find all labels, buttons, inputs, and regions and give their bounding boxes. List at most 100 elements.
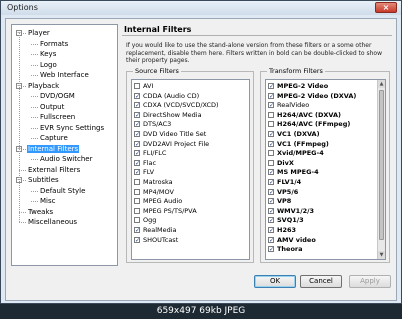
checkbox-checked-icon[interactable]: ✓ [134, 131, 140, 138]
apply-button[interactable]: Apply [349, 275, 391, 288]
tree-item[interactable]: Web Interface [39, 70, 90, 80]
tree-item[interactable]: Capture [39, 133, 69, 143]
ok-button[interactable]: OK [254, 275, 296, 288]
checkbox-checked-icon[interactable]: ✓ [268, 92, 274, 99]
tree-connector [31, 127, 38, 129]
checkbox-checked-icon[interactable]: ✓ [268, 227, 274, 234]
checkbox-unchecked-icon[interactable] [134, 198, 140, 205]
checkbox-checked-icon[interactable]: ✓ [268, 188, 274, 195]
checkbox-unchecked-icon[interactable] [268, 111, 274, 118]
filter-item-label: RealMedia [143, 226, 177, 234]
close-icon[interactable]: × [375, 2, 397, 13]
checkbox-unchecked-icon[interactable] [268, 150, 274, 157]
page-description: If you would like to use the stand-alone… [126, 42, 382, 64]
checkbox-unchecked-icon[interactable] [134, 83, 140, 89]
tree-item[interactable]: Player [27, 28, 51, 38]
checkbox-unchecked-icon[interactable] [268, 121, 274, 128]
filter-item-label: AVI [143, 82, 154, 90]
tree-connector [31, 117, 38, 118]
checkbox-checked-icon[interactable]: ✓ [268, 217, 274, 224]
options-window: Options × Player − Formats Keys Logo Web Inte… [0, 0, 402, 304]
tree-item[interactable]: DVD/OGM [39, 91, 76, 101]
checkbox-unchecked-icon[interactable] [134, 207, 140, 214]
filter-item-label: DTS/AC3 [143, 120, 172, 129]
checkbox-unchecked-icon[interactable] [134, 188, 140, 195]
title-bar[interactable]: Options × [1, 1, 401, 15]
checkbox-checked-icon[interactable]: ✓ [134, 102, 140, 109]
filter-item-label: FLV [143, 168, 155, 177]
transform-list-scrollbar[interactable]: ▲ ▼ [377, 80, 385, 259]
tree-item[interactable]: Audio Switcher [39, 154, 93, 164]
tree-item[interactable]: Tweaks [27, 207, 54, 217]
tree-item[interactable]: Internal Filters [27, 144, 80, 154]
checkbox-checked-icon[interactable]: ✓ [134, 111, 140, 118]
filter-item-label: WMV1/2/3 [277, 206, 314, 215]
page-title: Internal Filters [122, 24, 392, 36]
filter-item-label: DirectShow Media [143, 110, 202, 119]
tree-item[interactable]: External Filters [27, 165, 81, 175]
tree-connector [31, 159, 38, 160]
settings-page: Internal Filters If you would like to us… [122, 24, 392, 266]
checkbox-checked-icon[interactable]: ✓ [268, 198, 274, 205]
checkbox-checked-icon[interactable]: ✓ [268, 131, 274, 138]
tree-item[interactable]: Misc [39, 196, 56, 206]
tree-item[interactable]: Output [39, 102, 65, 112]
tree-connector [31, 64, 38, 66]
tree-item[interactable]: Subtitles [27, 175, 60, 185]
tree-item[interactable]: Playback [27, 81, 60, 91]
filter-item-label: SVQ1/3 [277, 216, 304, 225]
checkbox-checked-icon[interactable]: ✓ [268, 246, 274, 253]
filter-item-label: CDDA (Audio CD) [143, 91, 200, 100]
checkbox-checked-icon[interactable]: ✓ [268, 102, 274, 109]
transform-filters-label: Transform Filters [267, 67, 325, 75]
filter-item-label: AMV video [277, 235, 316, 244]
filter-item-label: VP5/6 [277, 187, 299, 196]
checkbox-checked-icon[interactable]: ✓ [134, 121, 140, 128]
tree-item[interactable]: Default Style [39, 186, 86, 196]
tree-item[interactable]: EVR Sync Settings [39, 123, 105, 133]
tree-item[interactable]: Keys [39, 49, 57, 59]
transform-filters-list[interactable]: ▲ ▼ ✓ MPEG-2 Video ✓ MPEG-2 Video (DXVA) ✓ Re… [265, 79, 386, 260]
checkbox-checked-icon[interactable]: ✓ [134, 227, 140, 234]
filter-item-label: MPEG PS/TS/PVA [143, 206, 197, 215]
filter-item-label: MPEG-2 Video (DXVA) [277, 91, 357, 100]
cancel-button[interactable]: Cancel [300, 275, 342, 288]
filter-item-label: DVD Video Title Set [143, 130, 207, 138]
tree-item[interactable]: Miscellaneous [27, 217, 78, 227]
tree-item[interactable]: Formats [39, 39, 69, 49]
checkbox-checked-icon[interactable]: ✓ [268, 169, 274, 176]
scroll-up-icon[interactable]: ▲ [378, 80, 385, 88]
tree-connector [31, 201, 38, 202]
scroll-thumb[interactable] [379, 90, 384, 240]
checkbox-unchecked-icon[interactable] [134, 217, 140, 224]
checkbox-checked-icon[interactable]: ✓ [134, 236, 140, 243]
checkbox-checked-icon[interactable]: ✓ [134, 150, 140, 157]
checkbox-checked-icon[interactable]: ✓ [268, 140, 274, 147]
options-tree[interactable]: Player − Formats Keys Logo Web Interface Playb… [11, 24, 118, 266]
checkbox-unchecked-icon[interactable] [134, 179, 140, 185]
tree-item-label: Miscellaneous [28, 218, 78, 226]
filter-item-label: MS MPEG-4 [277, 168, 319, 177]
checkbox-checked-icon[interactable]: ✓ [268, 236, 274, 243]
checkbox-checked-icon[interactable]: ✓ [268, 207, 274, 214]
filter-item-label: Flac [143, 158, 157, 167]
filter-item-label: H264/AVC (FFmpeg) [277, 120, 351, 129]
checkbox-unchecked-icon[interactable] [268, 159, 274, 166]
checkbox-checked-icon[interactable]: ✓ [268, 179, 274, 186]
checkbox-checked-icon[interactable]: ✓ [134, 159, 140, 166]
tree-item-label: Keys [40, 50, 57, 58]
checkbox-checked-icon[interactable]: ✓ [134, 140, 140, 147]
source-filters-list[interactable]: AVI ✓ CDDA (Audio CD) ✓ CDXA (VCD/SVCD/XCD) ✓… [131, 79, 250, 260]
tree-item[interactable]: Fullscreen [39, 112, 76, 122]
checkbox-checked-icon[interactable]: ✓ [134, 92, 140, 99]
tree-item[interactable]: Logo [39, 60, 58, 70]
checkbox-checked-icon[interactable]: ✓ [268, 83, 274, 90]
scroll-down-icon[interactable]: ▼ [378, 251, 385, 259]
checkbox-checked-icon[interactable]: ✓ [134, 169, 140, 176]
tree-item-label: Internal Filters [27, 144, 80, 153]
filter-item-label: RealVideo [277, 101, 310, 110]
tree-connector [31, 106, 38, 108]
filter-item-label: VP8 [277, 197, 292, 206]
tree-item-label: Fullscreen [40, 113, 76, 121]
tree-item-label: Player [28, 29, 50, 37]
